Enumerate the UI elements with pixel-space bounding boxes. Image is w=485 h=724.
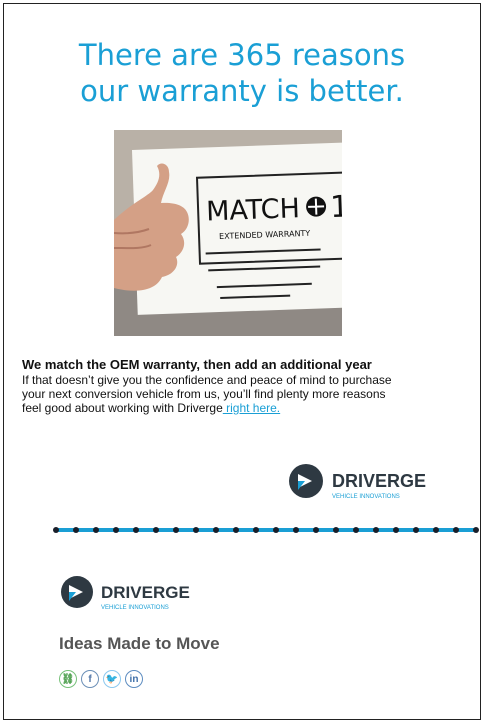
driverge-footer-logo: DRIVERGE VEHICLE INNOVATIONS — [59, 574, 239, 616]
body-line3: feel good about working with Driverge ri… — [22, 401, 480, 415]
footer-logo-subtitle: VEHICLE INNOVATIONS — [101, 605, 169, 611]
social-icons: ⛓ f 🐦 in — [59, 670, 143, 692]
headline-line2: our warranty is better. — [80, 74, 404, 108]
dotted-divider — [51, 522, 480, 543]
sign-text: MATCH — [206, 193, 301, 227]
body-copy: We match the OEM warranty, then add an a… — [22, 357, 480, 415]
svg-text:1: 1 — [330, 189, 342, 225]
thumbs-up-photo: MATCH 1 EXTENDED WARRANTY — [114, 130, 342, 336]
link-icon[interactable]: ⛓ — [59, 670, 77, 688]
logo-subtitle: VEHICLE INNOVATIONS — [332, 494, 400, 500]
body-bold: We match the OEM warranty, then add an a… — [22, 357, 372, 372]
footer-logo-name: DRIVERGE — [101, 583, 190, 602]
footer-tagline: Ideas Made to Move — [59, 634, 220, 653]
facebook-icon[interactable]: f — [81, 670, 99, 688]
body-line3-text: feel good about working with Driverge — [22, 401, 223, 415]
logo-name: DRIVERGE — [332, 471, 426, 491]
linkedin-icon[interactable]: in — [125, 670, 143, 688]
body-line1: If that doesn’t give you the confidence … — [22, 373, 392, 387]
twitter-icon[interactable]: 🐦 — [103, 670, 121, 688]
right-here-link[interactable]: right here. — [223, 401, 280, 415]
driverge-logo: DRIVERGE VEHICLE INNOVATIONS — [287, 462, 477, 506]
headline-line1: There are 365 reasons — [78, 38, 406, 72]
email-frame: There are 365 reasons our warranty is be… — [3, 3, 481, 720]
headline: There are 365 reasons our warranty is be… — [4, 37, 480, 109]
body-line2: your next conversion vehicle from us, yo… — [22, 387, 386, 401]
